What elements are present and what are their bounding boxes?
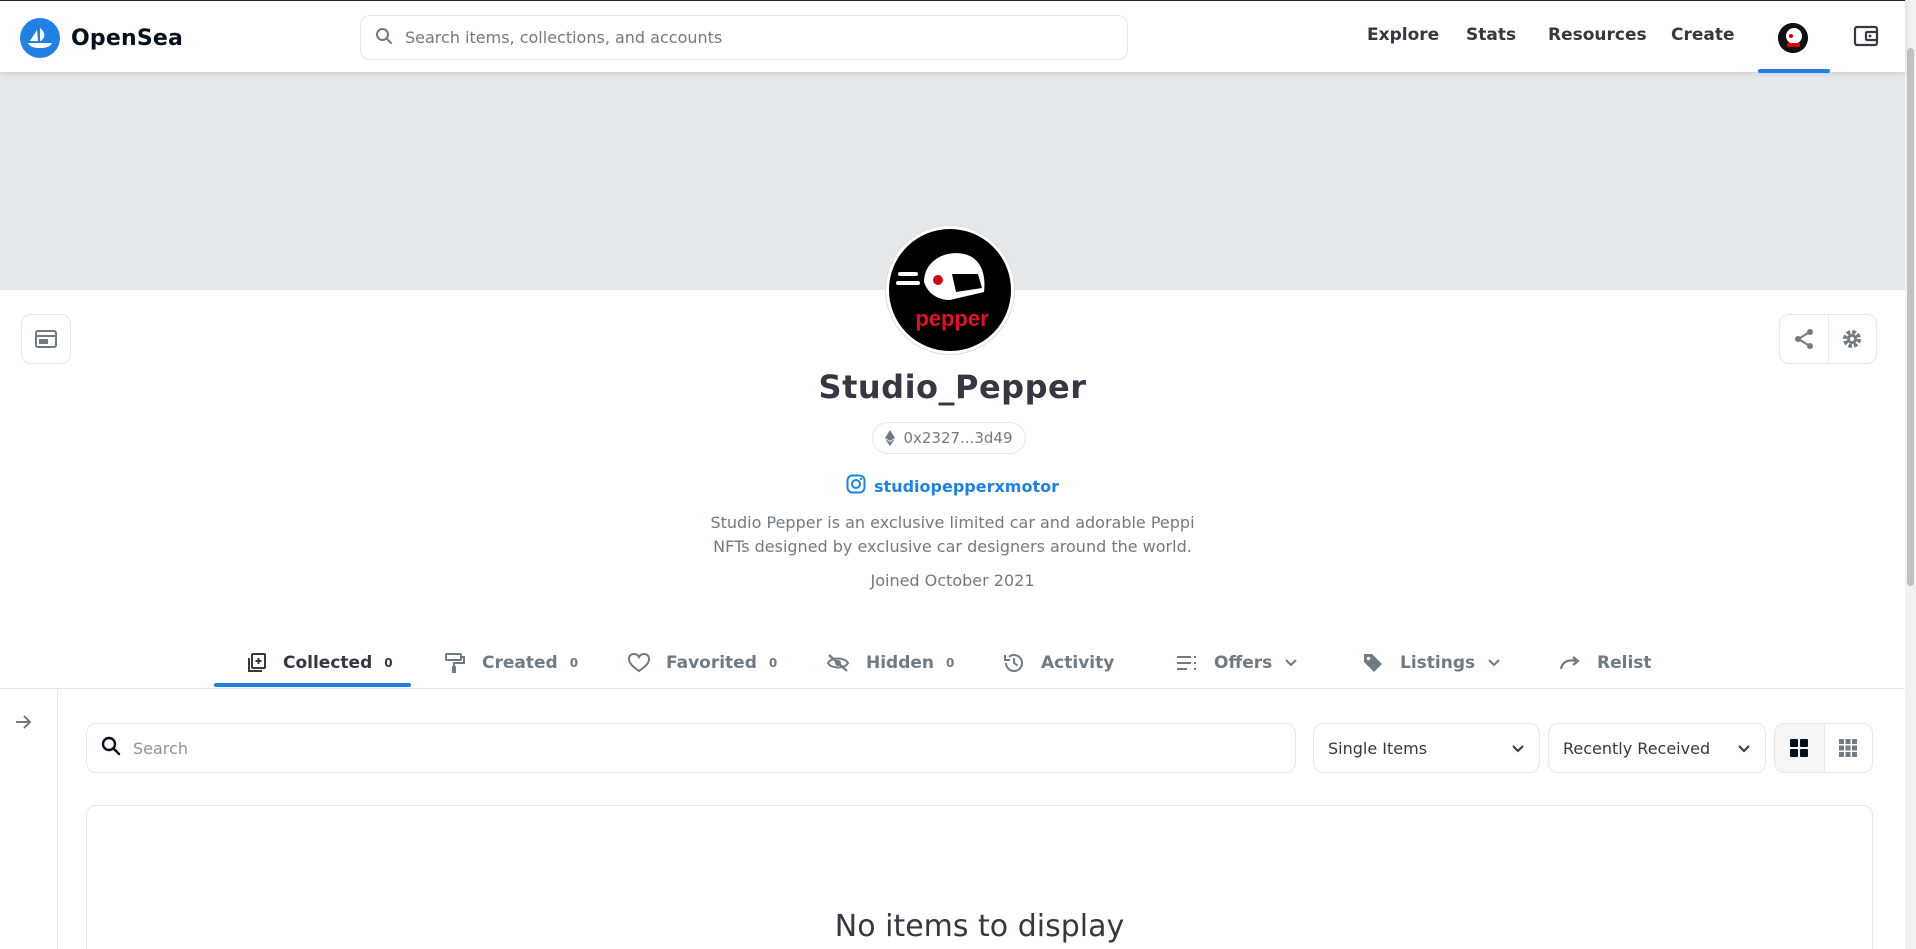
share-button[interactable] [1780,315,1828,363]
sort-select[interactable]: Recently Received [1548,723,1766,773]
account-avatar[interactable] [1778,23,1808,53]
tab-count: 0 [768,655,778,670]
tab-relist[interactable]: Relist [1559,636,1652,689]
heart-icon [628,652,650,673]
grid-small-icon [1839,739,1858,757]
tab-offers[interactable]: Offers [1176,636,1298,689]
avatar-logo-text: pepper [915,306,989,331]
ethereum-icon [885,430,896,446]
redo-icon [1559,655,1581,671]
profile-tabs: Collected 0 Created 0 Favorited 0 Hidden… [0,636,1905,689]
small-grid-button[interactable] [1823,724,1873,772]
tab-label: Listings [1400,652,1476,673]
eye-off-icon [826,653,850,673]
page-scrollbar[interactable] [1905,0,1916,949]
tab-label: Created [482,652,558,673]
bio-line: NFTs designed by exclusive car designers… [713,537,1192,556]
chevron-down-icon [1737,739,1751,758]
item-type-select[interactable]: Single Items [1313,723,1540,773]
tag-icon [1362,652,1384,674]
search-icon [101,736,121,760]
share-icon [1794,329,1813,349]
search-icon [375,27,393,49]
profile-avatar: pepper [886,226,1014,354]
items-search-input[interactable]: Search [86,723,1296,773]
filter-sidebar [0,689,58,949]
expand-filters-button[interactable] [12,711,34,737]
tab-count: 0 [384,655,393,670]
active-tab-indicator [214,683,411,687]
tab-count: 0 [569,655,579,670]
nav-create[interactable]: Create [1671,25,1735,45]
tab-listings[interactable]: Listings [1362,636,1501,689]
tab-created[interactable]: Created 0 [444,636,578,689]
profile-actions [1779,314,1877,364]
chevron-down-icon [1284,658,1298,668]
view-toggle [1774,723,1873,773]
select-value: Single Items [1328,738,1428,758]
profile-name: Studio_Pepper [818,368,1087,406]
nav-explore[interactable]: Explore [1367,25,1439,45]
tab-label: Offers [1214,652,1273,673]
account-active-indicator [1758,69,1830,73]
joined-date: Joined October 2021 [870,571,1035,590]
search-placeholder: Search items, collections, and accounts [405,28,723,47]
tab-label: Collected [283,652,373,673]
tab-label: Hidden [866,652,935,673]
large-grid-button[interactable] [1775,724,1824,772]
opensea-boat-icon [20,18,60,58]
wallet-address: 0x2327...3d49 [903,429,1013,447]
tab-label: Relist [1597,652,1652,673]
profile-bio: Studio Pepper is an exclusive limited ca… [0,511,1905,559]
select-value: Recently Received [1563,738,1711,758]
gear-icon [1843,330,1862,348]
global-search-input[interactable]: Search items, collections, and accounts [360,15,1128,60]
empty-state-message: No items to display [834,909,1125,944]
grid-large-icon [1790,739,1809,757]
chevron-down-icon [1487,658,1501,668]
opensea-logo[interactable]: OpenSea [20,18,183,58]
scrollbar-thumb[interactable] [1907,48,1914,586]
tab-favorited[interactable]: Favorited 0 [628,636,777,689]
tab-collected[interactable]: Collected 0 [245,636,393,689]
list-icon [1176,654,1198,672]
instagram-handle: studiopepperxmotor [874,476,1059,496]
tab-label: Activity [1041,652,1115,673]
paint-roller-icon [444,652,466,674]
top-navbar: OpenSea Search items, collections, and a… [0,0,1905,73]
chevron-down-icon [1511,739,1525,758]
wallet-address-button[interactable]: 0x2327...3d49 [872,422,1026,454]
instagram-link[interactable]: studiopepperxmotor [0,474,1905,498]
brand-name: OpenSea [71,25,184,51]
tab-label: Favorited [666,652,757,673]
tab-activity[interactable]: Activity [1003,636,1114,689]
instagram-icon [846,474,866,498]
tab-hidden[interactable]: Hidden 0 [826,636,954,689]
bio-line: Studio Pepper is an exclusive limited ca… [710,513,1195,532]
tab-count: 0 [946,655,955,670]
search-placeholder: Search [133,738,188,758]
banner-edit-button[interactable] [21,314,71,364]
banner-icon [35,330,57,348]
settings-button[interactable] [1827,315,1876,363]
collected-icon [245,652,267,674]
wallet-icon[interactable] [1853,23,1879,53]
arrow-right-icon [16,715,32,729]
nav-resources[interactable]: Resources [1548,25,1647,45]
history-icon [1003,652,1025,674]
nav-stats[interactable]: Stats [1466,25,1516,45]
empty-state-panel: No items to display [86,805,1873,949]
